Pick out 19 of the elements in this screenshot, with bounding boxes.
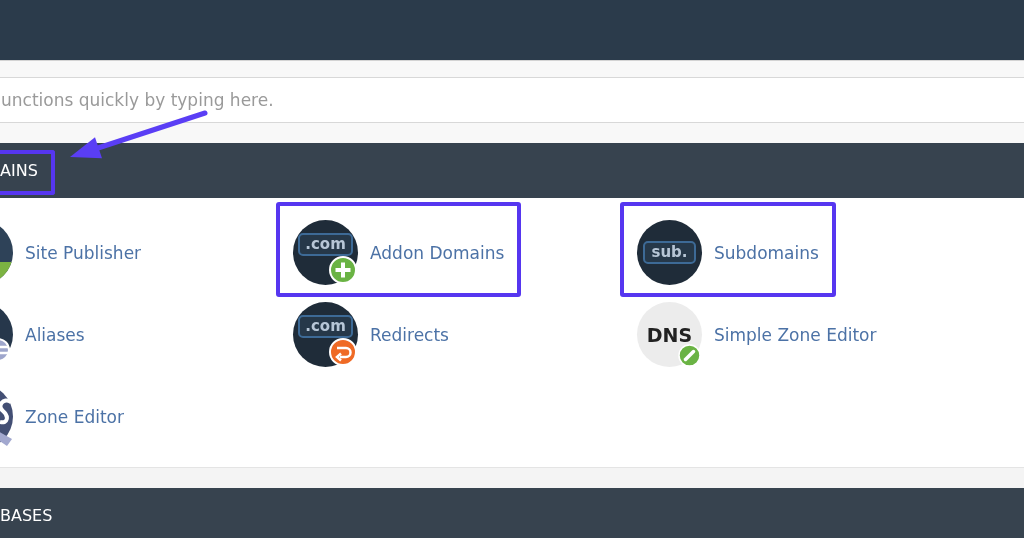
tool-link[interactable]: Redirects xyxy=(370,324,449,345)
section-header[interactable]: BASES xyxy=(0,488,1024,538)
tool-link[interactable]: Zone Editor xyxy=(25,406,124,427)
section-title: BASES xyxy=(0,506,53,525)
icon-label: sub. xyxy=(643,241,696,264)
tool-link[interactable]: Subdomains xyxy=(714,242,819,263)
icon-label: DNS xyxy=(646,323,693,346)
search-field[interactable]: unctions quickly by typing here. xyxy=(0,77,1024,123)
tool-link[interactable]: Simple Zone Editor xyxy=(714,324,877,345)
tool-link[interactable]: Aliases xyxy=(25,324,85,345)
pencil-badge-icon xyxy=(678,344,701,367)
tool-link[interactable]: Addon Domains xyxy=(370,242,505,263)
section-header[interactable]: AINS xyxy=(0,143,1024,198)
tool-link[interactable]: Site Publisher xyxy=(25,242,142,263)
plus-badge-icon xyxy=(329,256,357,284)
section-title: AINS xyxy=(0,161,38,180)
redirect-badge-icon xyxy=(329,338,357,366)
icon-label: .com xyxy=(298,233,353,256)
icon-label: .com xyxy=(298,315,353,338)
